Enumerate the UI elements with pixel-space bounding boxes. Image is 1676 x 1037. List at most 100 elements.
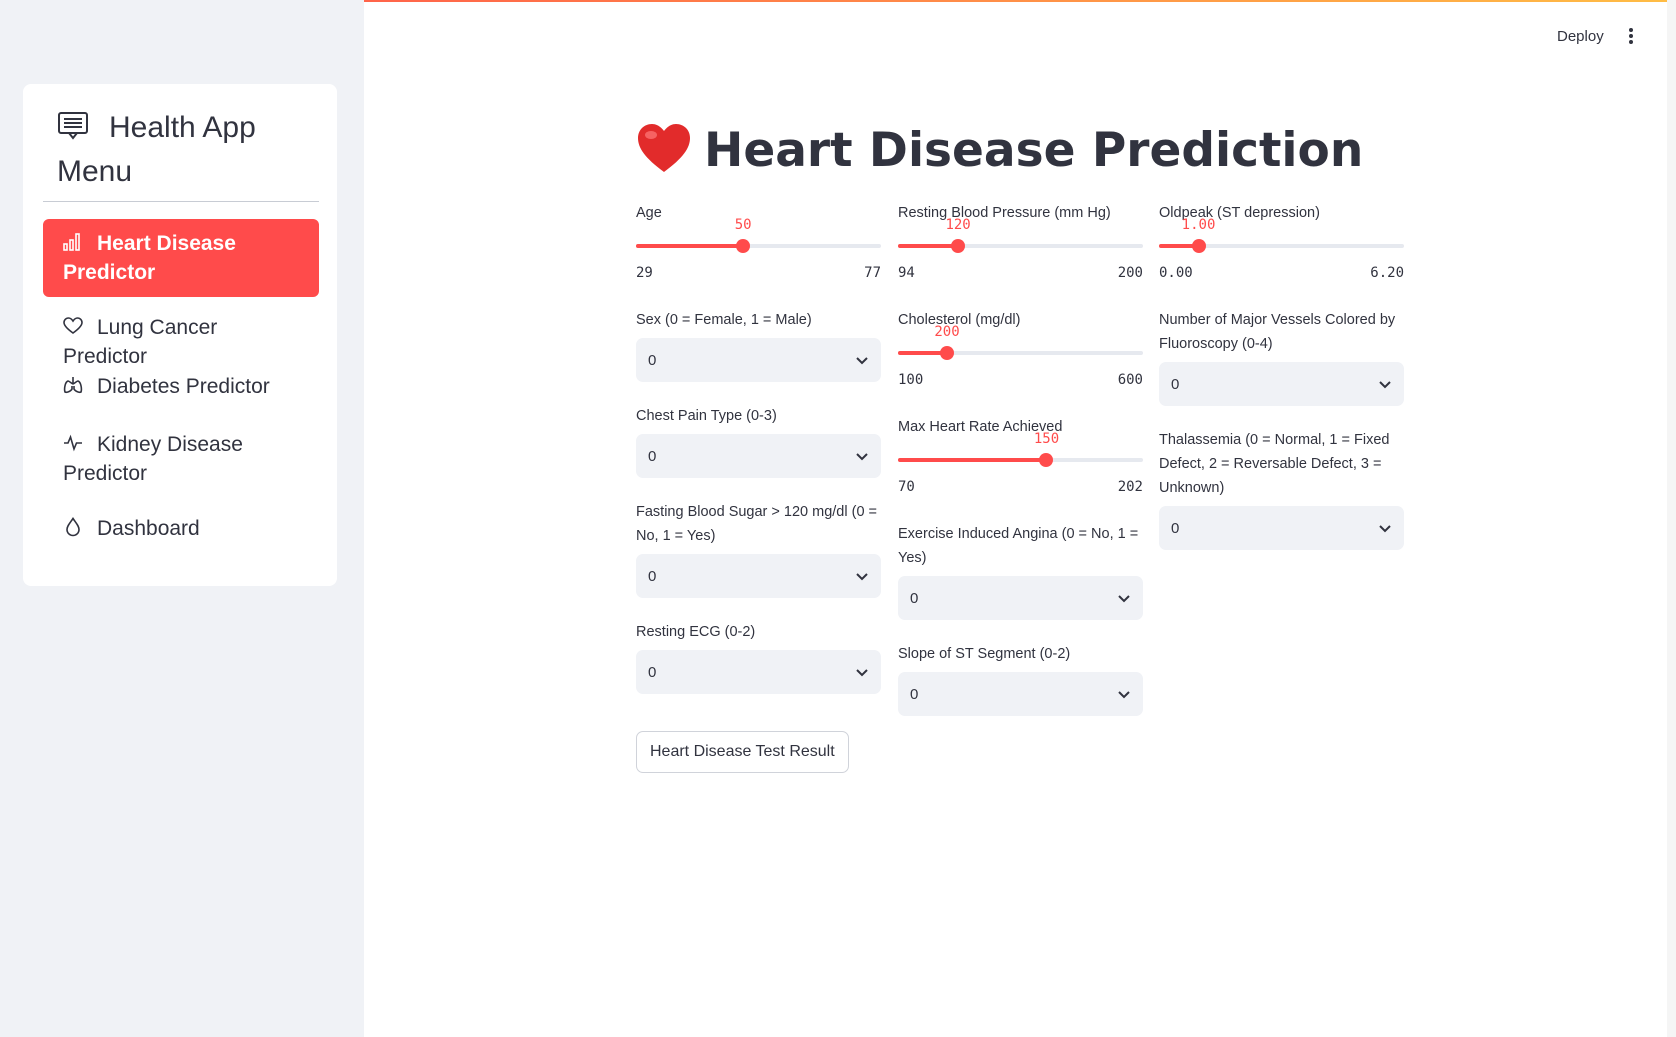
page-title: Heart Disease Prediction [636,122,1363,178]
slider-thumb[interactable] [1039,453,1054,467]
oldpeak-slider[interactable]: Oldpeak (ST depression) 1.00 0.00 6.20 [1159,201,1404,281]
bar-chart-icon [63,233,80,251]
sidebar-item-label: Dashboard [97,517,200,540]
select-value: 0 [648,567,657,585]
slider-track[interactable]: 200 [898,324,1143,360]
slider-value: 200 [934,324,960,340]
thalassemia-field: Thalassemia (0 = Normal, 1 = Fixed Defec… [1159,428,1404,550]
fasting-blood-sugar-select[interactable]: 0 [636,554,881,598]
select-value: 0 [648,351,657,369]
sidebar-item-kidney-disease[interactable]: Kidney Disease Predictor [43,420,319,498]
fasting-blood-sugar-label: Fasting Blood Sugar > 120 mg/dl (0 = No,… [636,504,878,544]
slider-thumb[interactable] [940,346,954,360]
chevron-down-icon [856,573,868,581]
max-heart-rate-slider[interactable]: Max Heart Rate Achieved 150 70 202 [898,415,1143,495]
sidebar-item-label: Diabetes Predictor [97,375,270,398]
page-title-text: Heart Disease Prediction [704,123,1364,178]
slider-max: 202 [1117,479,1143,495]
resting-ecg-field: Resting ECG (0-2) 0 [636,620,881,694]
slider-track[interactable]: 50 [636,217,881,253]
vertical-dots-icon[interactable] [1626,26,1636,48]
st-slope-field: Slope of ST Segment (0-2) 0 [898,642,1143,716]
slider-track[interactable]: 150 [898,431,1143,467]
menu-app-icon [58,112,88,140]
chevron-down-icon [1118,691,1130,699]
sidebar-item-dashboard[interactable]: Dashboard [43,504,319,553]
resting-ecg-label: Resting ECG (0-2) [636,624,756,640]
heart-outline-icon [63,317,83,334]
slider-thumb[interactable] [951,239,966,253]
menu-divider [43,201,319,202]
slider-thumb[interactable] [1191,239,1206,253]
slider-max: 6.20 [1370,265,1404,281]
slider-value: 120 [945,217,971,233]
slider-fill [636,244,744,248]
slider-min: 100 [898,372,924,388]
thalassemia-label: Thalassemia (0 = Normal, 1 = Fixed Defec… [1159,432,1390,496]
major-vessels-label: Number of Major Vessels Colored by Fluor… [1159,312,1396,352]
chevron-down-icon [856,357,868,365]
select-value: 0 [1171,375,1180,393]
age-label: Age [636,205,662,221]
activity-icon [64,434,82,452]
slider-min: 94 [898,265,915,281]
resting-bp-slider[interactable]: Resting Blood Pressure (mm Hg) 120 94 20… [898,201,1143,281]
sidebar: Health App Menu Heart Disease Predictor … [0,0,364,1037]
chevron-down-icon [1379,525,1391,533]
column-1: Age 50 29 77 Sex (0 = Female, 1 = Male) … [636,201,881,694]
slider-value: 150 [1033,431,1060,447]
slider-value: 50 [734,217,752,233]
page-scrollbar[interactable] [1667,0,1676,1037]
slider-min: 29 [636,265,653,281]
st-slope-label: Slope of ST Segment (0-2) [898,646,1071,662]
slider-value: 1.00 [1181,217,1216,233]
exercise-angina-label: Exercise Induced Angina (0 = No, 1 = Yes… [898,526,1139,566]
chest-pain-select[interactable]: 0 [636,434,881,478]
slider-max: 200 [1117,265,1143,281]
select-value: 0 [648,663,657,681]
sex-field: Sex (0 = Female, 1 = Male) 0 [636,308,881,382]
thalassemia-select[interactable]: 0 [1159,506,1404,550]
deploy-button[interactable]: Deploy [1557,28,1604,45]
slider-fill [898,458,1047,462]
sidebar-item-heart-disease[interactable]: Heart Disease Predictor [43,219,319,297]
select-value: 0 [648,447,657,465]
droplet-icon [66,517,80,537]
sex-label: Sex (0 = Female, 1 = Male) [636,312,812,328]
heart-disease-test-result-button[interactable]: Heart Disease Test Result [636,731,849,773]
slider-min: 0.00 [1159,265,1193,281]
sidebar-item-label: Lung Cancer Predictor [63,316,218,368]
age-slider[interactable]: Age 50 29 77 [636,201,881,281]
fasting-blood-sugar-field: Fasting Blood Sugar > 120 mg/dl (0 = No,… [636,500,881,598]
exercise-angina-select[interactable]: 0 [898,576,1143,620]
resting-bp-label: Resting Blood Pressure (mm Hg) [898,205,1111,221]
slider-track[interactable]: 1.00 [1159,217,1404,253]
slider-min: 70 [898,479,915,495]
chevron-down-icon [856,453,868,461]
select-value: 0 [910,685,919,703]
chest-pain-label: Chest Pain Type (0-3) [636,408,777,424]
chevron-down-icon [1118,595,1130,603]
option-menu: Health App Menu Heart Disease Predictor … [23,84,337,586]
resting-ecg-select[interactable]: 0 [636,650,881,694]
menu-title: Health App Menu [57,106,317,194]
slider-max: 600 [1117,372,1143,388]
chevron-down-icon [856,669,868,677]
sidebar-item-diabetes[interactable]: Diabetes Predictor [43,362,319,411]
slider-track[interactable]: 120 [898,217,1143,253]
sidebar-item-label: Heart Disease Predictor [63,232,236,284]
major-vessels-field: Number of Major Vessels Colored by Fluor… [1159,308,1404,406]
column-2: Resting Blood Pressure (mm Hg) 120 94 20… [898,201,1143,716]
sidebar-item-label: Kidney Disease Predictor [63,433,243,485]
slider-max: 77 [864,265,881,281]
red-heart-emoji [638,124,690,172]
sex-select[interactable]: 0 [636,338,881,382]
slider-fill [898,244,959,248]
slider-thumb[interactable] [736,239,751,253]
chest-pain-field: Chest Pain Type (0-3) 0 [636,404,881,478]
st-slope-select[interactable]: 0 [898,672,1143,716]
exercise-angina-field: Exercise Induced Angina (0 = No, 1 = Yes… [898,522,1143,620]
major-vessels-select[interactable]: 0 [1159,362,1404,406]
cholesterol-slider[interactable]: Cholesterol (mg/dl) 200 100 600 [898,308,1143,388]
column-3: Oldpeak (ST depression) 1.00 0.00 6.20 N… [1159,201,1404,550]
